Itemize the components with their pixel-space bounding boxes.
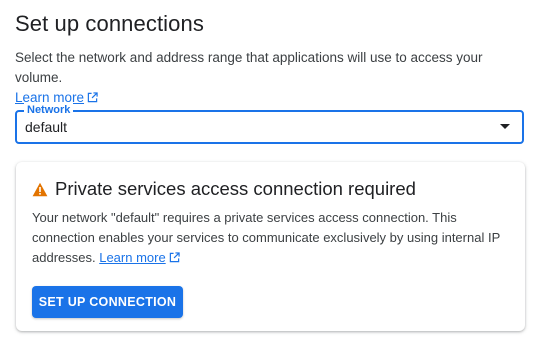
page-description: Select the network and address range tha… bbox=[15, 48, 530, 108]
open-in-new-icon bbox=[169, 252, 180, 263]
connection-card: Private services access connection requi… bbox=[16, 162, 525, 331]
open-in-new-icon bbox=[87, 92, 98, 103]
description-text: Select the network and address range tha… bbox=[15, 50, 483, 85]
card-title: Private services access connection requi… bbox=[55, 178, 416, 199]
page-title: Set up connections bbox=[15, 11, 204, 36]
warning-icon bbox=[32, 182, 48, 196]
network-select[interactable]: Network default bbox=[15, 103, 524, 144]
card-learn-more-link[interactable]: Learn more bbox=[99, 250, 180, 265]
arrow-drop-down-icon bbox=[500, 124, 510, 129]
network-value: default bbox=[25, 119, 68, 135]
card-header: Private services access connection requi… bbox=[32, 178, 416, 200]
network-label: Network bbox=[24, 103, 74, 117]
card-body: Your network "default" requires a privat… bbox=[32, 208, 514, 268]
set-up-connection-button[interactable]: SET UP CONNECTION bbox=[32, 286, 183, 318]
card-learn-more-label: Learn more bbox=[99, 250, 166, 265]
